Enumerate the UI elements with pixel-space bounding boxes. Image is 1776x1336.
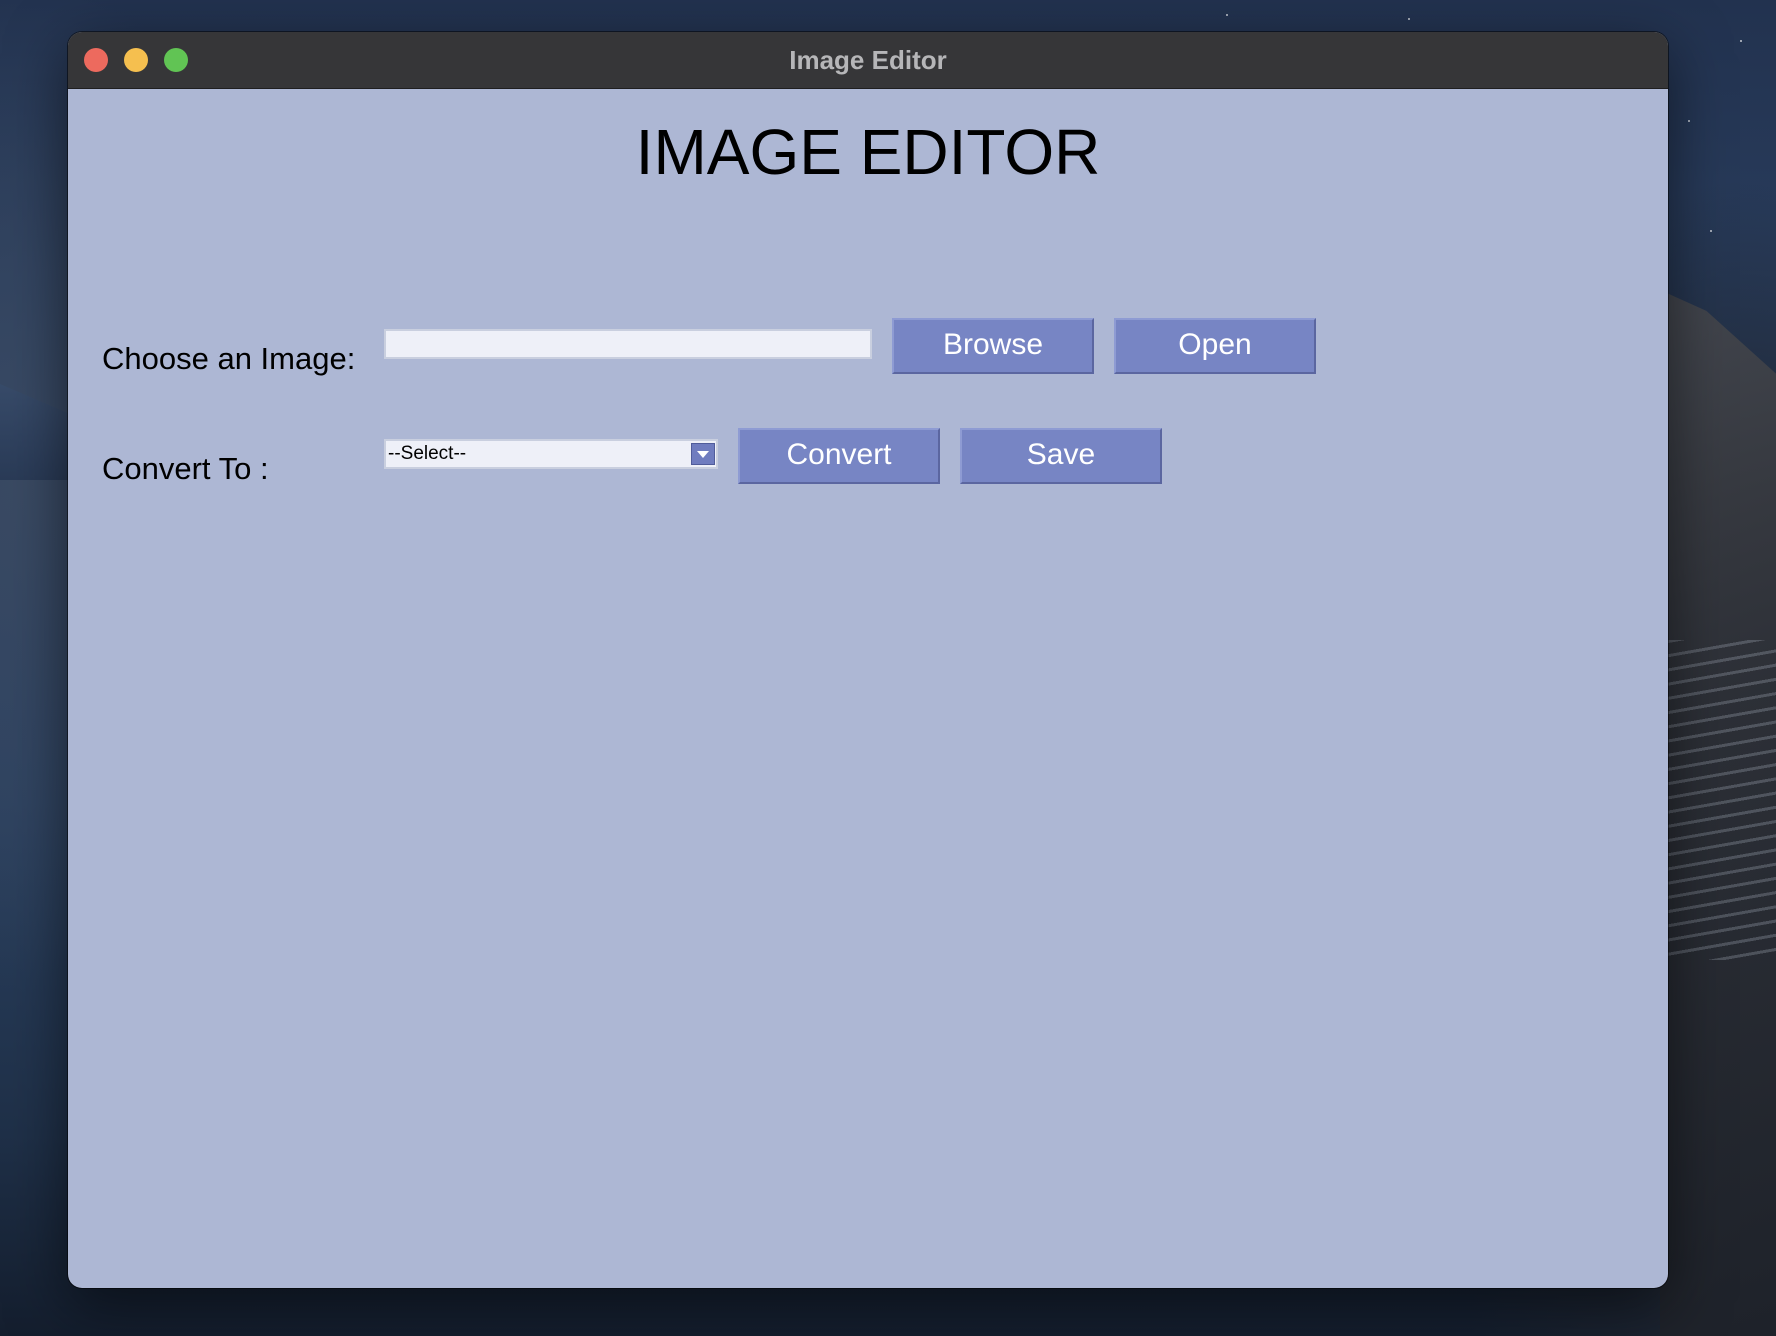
choose-image-label: Choose an Image: [102,341,356,376]
image-path-input[interactable] [384,329,872,359]
star [1408,18,1410,20]
format-select[interactable]: --Select-- [384,439,718,469]
star [1740,40,1742,42]
convert-button[interactable]: Convert [738,428,940,484]
sea-foam [1668,640,1776,960]
title-bar[interactable]: Image Editor [68,32,1668,89]
convert-to-label: Convert To : [102,451,269,486]
star [1710,230,1712,232]
browse-button[interactable]: Browse [892,318,1094,374]
save-button[interactable]: Save [960,428,1162,484]
app-window: Image Editor IMAGE EDITOR Choose an Imag… [68,32,1668,1288]
landscape-hill [0,384,70,480]
star [1688,120,1690,122]
open-button[interactable]: Open [1114,318,1316,374]
window-title: Image Editor [789,45,947,75]
star [1226,14,1228,16]
page-title: IMAGE EDITOR [635,116,1101,188]
chevron-down-icon[interactable] [691,443,715,465]
main-panel: IMAGE EDITOR Choose an Image: Browse Ope… [68,89,1668,1288]
format-select-value: --Select-- [388,443,467,464]
